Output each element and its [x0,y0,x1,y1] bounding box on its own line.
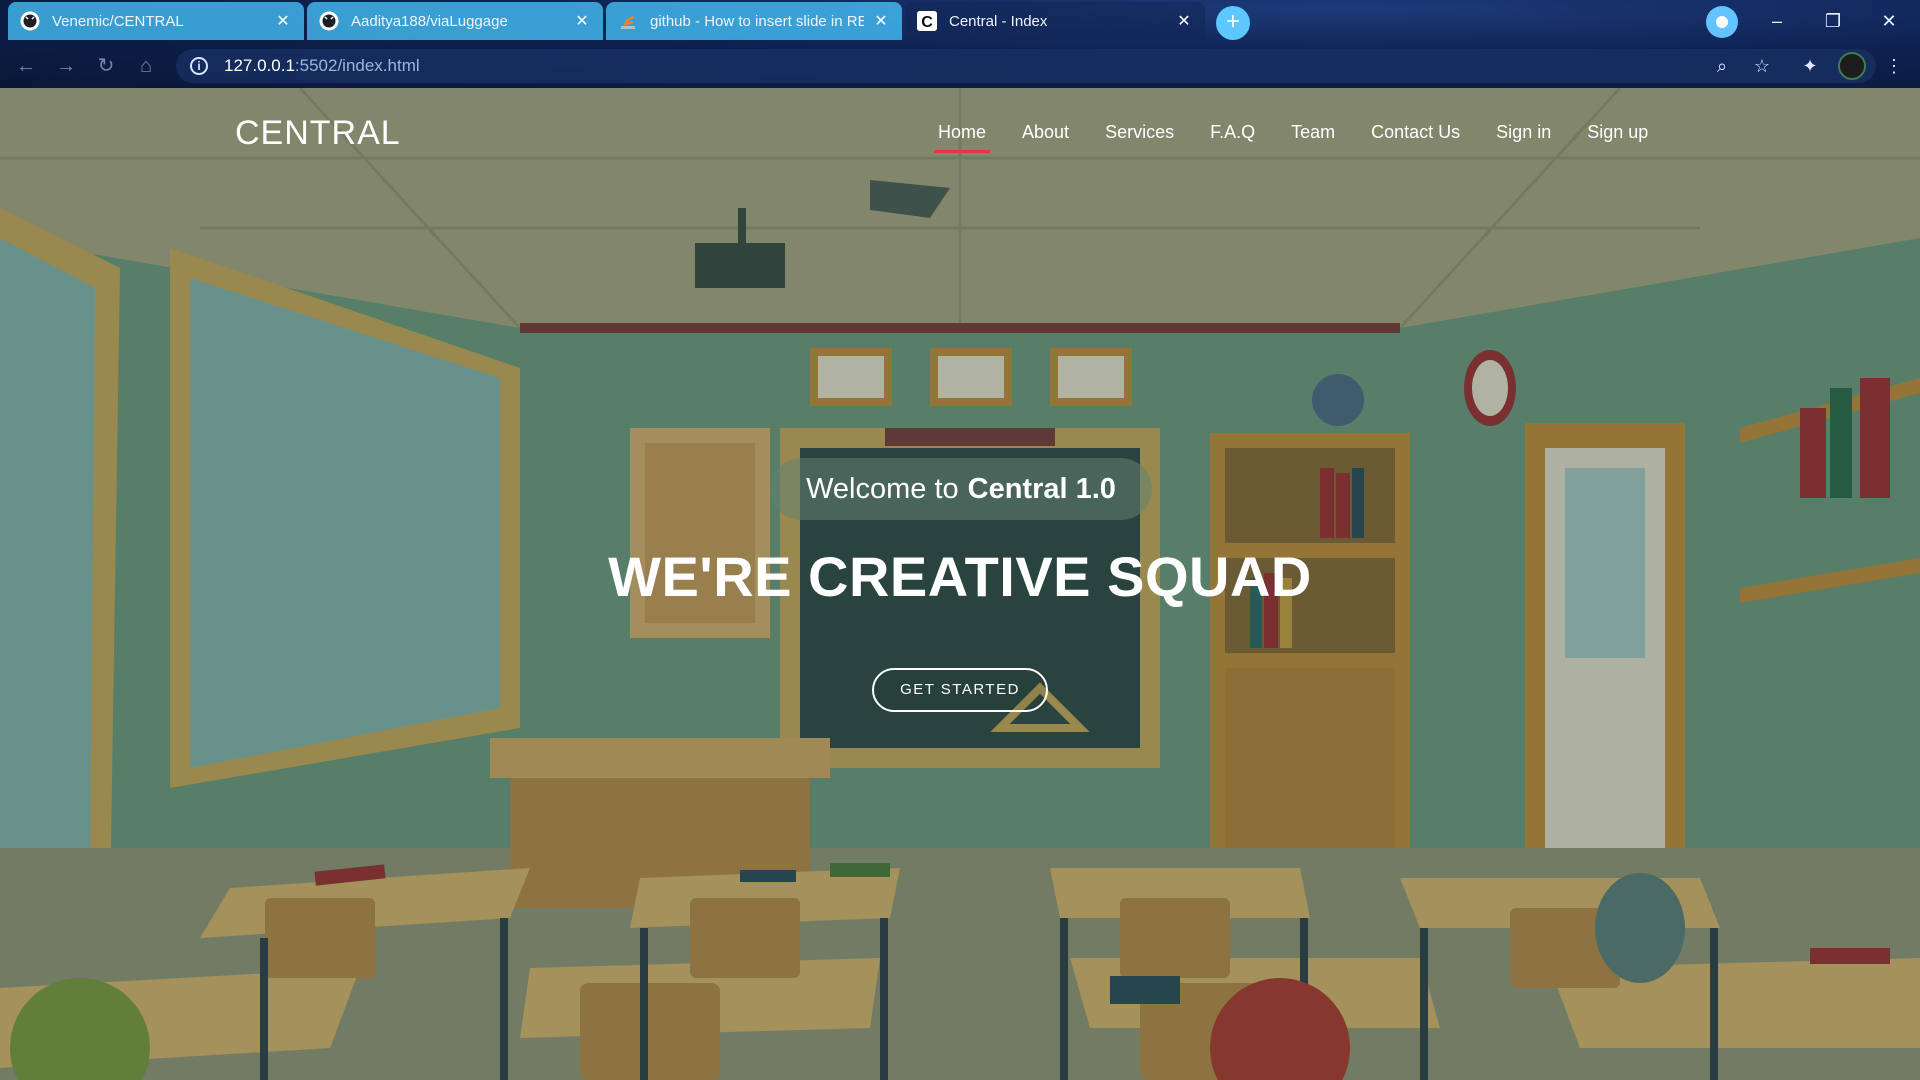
browser-chrome: Venemic/CENTRAL ✕ Aaditya188/viaLuggage … [0,0,1920,88]
site-navigation: Home About Services F.A.Q Team Contact U… [920,122,1666,153]
minimize-icon[interactable]: – [1754,4,1800,38]
bookmark-star-icon[interactable]: ☆ [1748,52,1776,80]
hero-headline: WE'RE CREATIVE SQUAD [608,545,1312,608]
nav-faq[interactable]: F.A.Q [1210,122,1255,153]
browser-menu-icon[interactable]: ⋮ [1880,52,1908,80]
central-c-icon: C [917,11,937,31]
get-started-button[interactable]: GET STARTED [872,668,1048,712]
reload-icon[interactable]: ↻ [92,52,120,80]
tab-github-vialuggage[interactable]: Aaditya188/viaLuggage ✕ [307,2,603,40]
address-bar[interactable]: i 127.0.0.1:5502/index.html [176,49,1876,83]
hero-welcome-prefix: Welcome to [806,472,959,505]
svg-text:C: C [921,14,933,31]
nav-home[interactable]: Home [933,122,991,153]
tab-close-icon[interactable]: ✕ [872,11,890,31]
address-url: 127.0.0.1:5502/index.html [224,56,420,75]
restore-icon[interactable]: ❐ [1810,4,1856,38]
nav-team[interactable]: Team [1291,122,1335,153]
nav-sign-in[interactable]: Sign in [1496,122,1551,153]
tab-close-icon[interactable]: ✕ [274,11,292,31]
tab-central-index[interactable]: C Central - Index ✕ [905,2,1205,40]
tab-title: github - How to insert slide in RE [650,12,864,30]
zoom-icon[interactable]: ⌕ [1708,52,1736,80]
new-tab-button[interactable]: + [1216,6,1250,40]
profile-avatar[interactable] [1838,52,1866,80]
tab-title: Venemic/CENTRAL [52,12,184,30]
tab-title: Central - Index [949,12,1048,30]
close-window-icon[interactable]: ✕ [1866,4,1912,38]
site-info-icon[interactable]: i [190,57,208,75]
hero-welcome-brand: Central 1.0 [967,472,1116,505]
hero-welcome: Welcome to Central 1.0 [770,458,1152,520]
site-logo[interactable]: CENTRAL [235,114,401,153]
tab-stackoverflow[interactable]: github - How to insert slide in RE ✕ [606,2,902,40]
nav-about[interactable]: About [1022,122,1069,153]
tab-strip: Venemic/CENTRAL ✕ Aaditya188/viaLuggage … [0,0,1920,42]
extensions-icon[interactable]: ✦ [1796,52,1824,80]
nav-sign-up[interactable]: Sign up [1587,122,1648,153]
tab-github-central[interactable]: Venemic/CENTRAL ✕ [8,2,304,40]
github-icon [319,11,339,31]
nav-services[interactable]: Services [1105,122,1174,153]
github-icon [20,11,40,31]
tab-title: Aaditya188/viaLuggage [351,12,508,30]
browser-toolbar: ← → ↻ ⌂ i 127.0.0.1:5502/index.html ⌕ ☆ … [0,44,1920,88]
stackoverflow-icon [618,11,638,31]
nav-contact-us[interactable]: Contact Us [1371,122,1460,153]
home-icon[interactable]: ⌂ [132,52,160,80]
forward-icon[interactable]: → [52,52,80,80]
tab-close-icon[interactable]: ✕ [1175,11,1193,31]
web-page: CENTRAL Home About Services F.A.Q Team C… [0,88,1920,1080]
profile-sync-icon[interactable] [1706,6,1738,38]
back-icon[interactable]: ← [12,52,40,80]
tab-close-icon[interactable]: ✕ [573,11,591,31]
